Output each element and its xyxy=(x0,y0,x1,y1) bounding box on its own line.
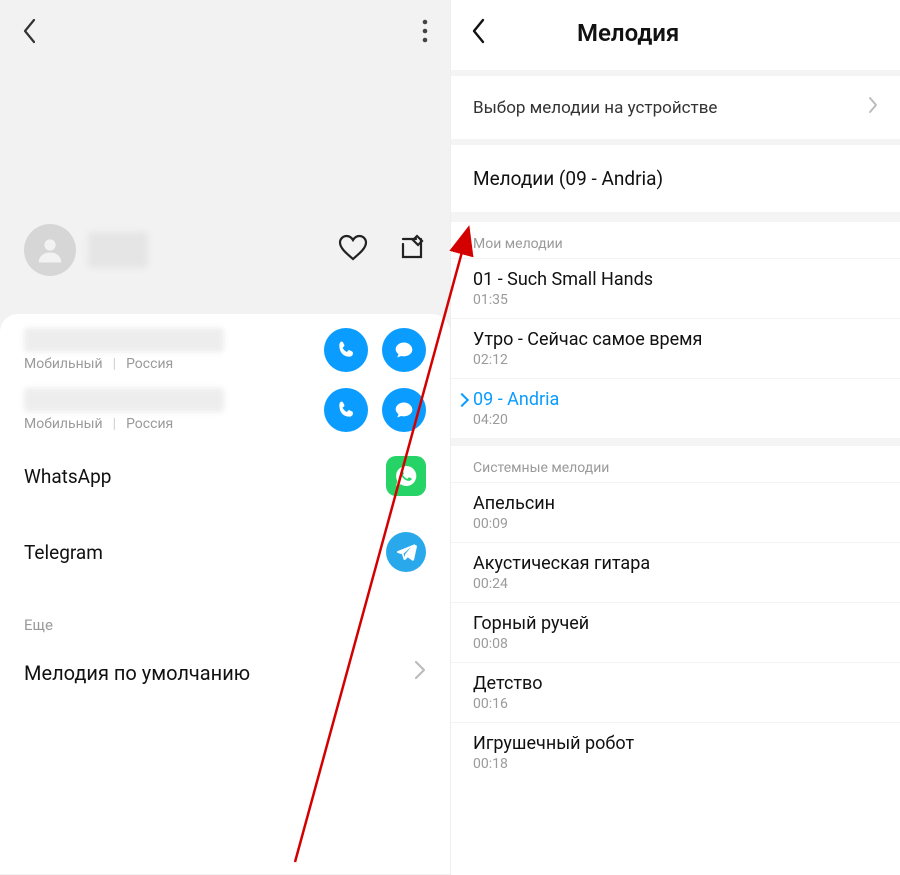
ringtone-item[interactable]: Апельсин 00:09 xyxy=(451,482,900,542)
track-duration: 02:12 xyxy=(473,352,878,368)
setting-label: Мелодия по умолчанию xyxy=(24,661,250,685)
track-duration: 04:20 xyxy=(473,412,878,428)
contact-detail-panel: Мобильный | Россия xyxy=(0,0,450,875)
phone-number xyxy=(24,388,224,412)
phone-type: Мобильный xyxy=(24,416,103,432)
back-button[interactable] xyxy=(471,18,487,48)
contact-name xyxy=(88,232,148,268)
track-title: 01 - Such Small Hands xyxy=(473,269,878,290)
more-section-label: Еще xyxy=(0,616,450,642)
device-picker-row[interactable]: Выбор мелодии на устройстве xyxy=(451,70,900,145)
phone-region: Россия xyxy=(126,356,173,372)
phone-entry-2[interactable]: Мобильный | Россия xyxy=(0,378,450,438)
track-title: Детство xyxy=(473,673,878,694)
whatsapp-icon xyxy=(386,456,426,496)
track-duration: 00:16 xyxy=(473,696,878,712)
current-ringtone-row[interactable]: Мелодии (09 - Andria) xyxy=(451,145,900,222)
track-duration: 00:24 xyxy=(473,576,878,592)
track-title: Горный ручей xyxy=(473,613,878,634)
system-ringtones-header: Системные мелодии xyxy=(451,446,900,482)
default-ringtone-row[interactable]: Мелодия по умолчанию xyxy=(0,642,450,703)
phone-entry-1[interactable]: Мобильный | Россия xyxy=(0,318,450,378)
back-button[interactable] xyxy=(22,18,38,44)
favorite-button[interactable] xyxy=(338,234,368,266)
avatar[interactable] xyxy=(24,224,76,276)
ringtone-item[interactable]: Игрушечный робот 00:18 xyxy=(451,722,900,782)
message-button[interactable] xyxy=(382,388,426,432)
ringtone-panel: Мелодия Выбор мелодии на устройстве Мело… xyxy=(450,0,900,875)
telegram-icon xyxy=(386,532,426,572)
telegram-row[interactable]: Telegram xyxy=(0,514,450,590)
chevron-right-icon xyxy=(414,660,426,685)
my-ringtones-header: Мои мелодии xyxy=(451,222,900,258)
phone-type: Мобильный xyxy=(24,356,103,372)
call-button[interactable] xyxy=(324,328,368,372)
ringtone-item[interactable]: Акустическая гитара 00:24 xyxy=(451,542,900,602)
app-label: Telegram xyxy=(24,541,103,564)
phone-region: Россия xyxy=(126,416,173,432)
ringtone-item[interactable]: Детство 00:16 xyxy=(451,662,900,722)
page-title: Мелодия xyxy=(577,19,679,47)
track-title: 09 - Andria xyxy=(473,389,878,410)
track-duration: 00:09 xyxy=(473,516,878,532)
chevron-right-icon xyxy=(868,96,878,119)
current-ringtone-label: Мелодии (09 - Andria) xyxy=(473,167,663,190)
ringtone-item[interactable]: Утро - Сейчас самое время 02:12 xyxy=(451,318,900,378)
call-button[interactable] xyxy=(324,388,368,432)
phone-number xyxy=(24,328,224,352)
track-title: Апельсин xyxy=(473,493,878,514)
device-picker-label: Выбор мелодии на устройстве xyxy=(473,98,717,118)
track-duration: 00:18 xyxy=(473,756,878,772)
more-menu-button[interactable] xyxy=(422,19,428,43)
app-label: WhatsApp xyxy=(24,465,111,488)
track-title: Акустическая гитара xyxy=(473,553,878,574)
track-title: Утро - Сейчас самое время xyxy=(473,329,878,350)
edit-button[interactable] xyxy=(398,234,426,266)
ringtone-item[interactable]: 01 - Such Small Hands 01:35 xyxy=(451,258,900,318)
track-duration: 01:35 xyxy=(473,292,878,308)
track-duration: 00:08 xyxy=(473,636,878,652)
message-button[interactable] xyxy=(382,328,426,372)
track-title: Игрушечный робот xyxy=(473,733,878,754)
whatsapp-row[interactable]: WhatsApp xyxy=(0,438,450,514)
ringtone-item[interactable]: Горный ручей 00:08 xyxy=(451,602,900,662)
ringtone-item-selected[interactable]: 09 - Andria 04:20 xyxy=(451,378,900,438)
